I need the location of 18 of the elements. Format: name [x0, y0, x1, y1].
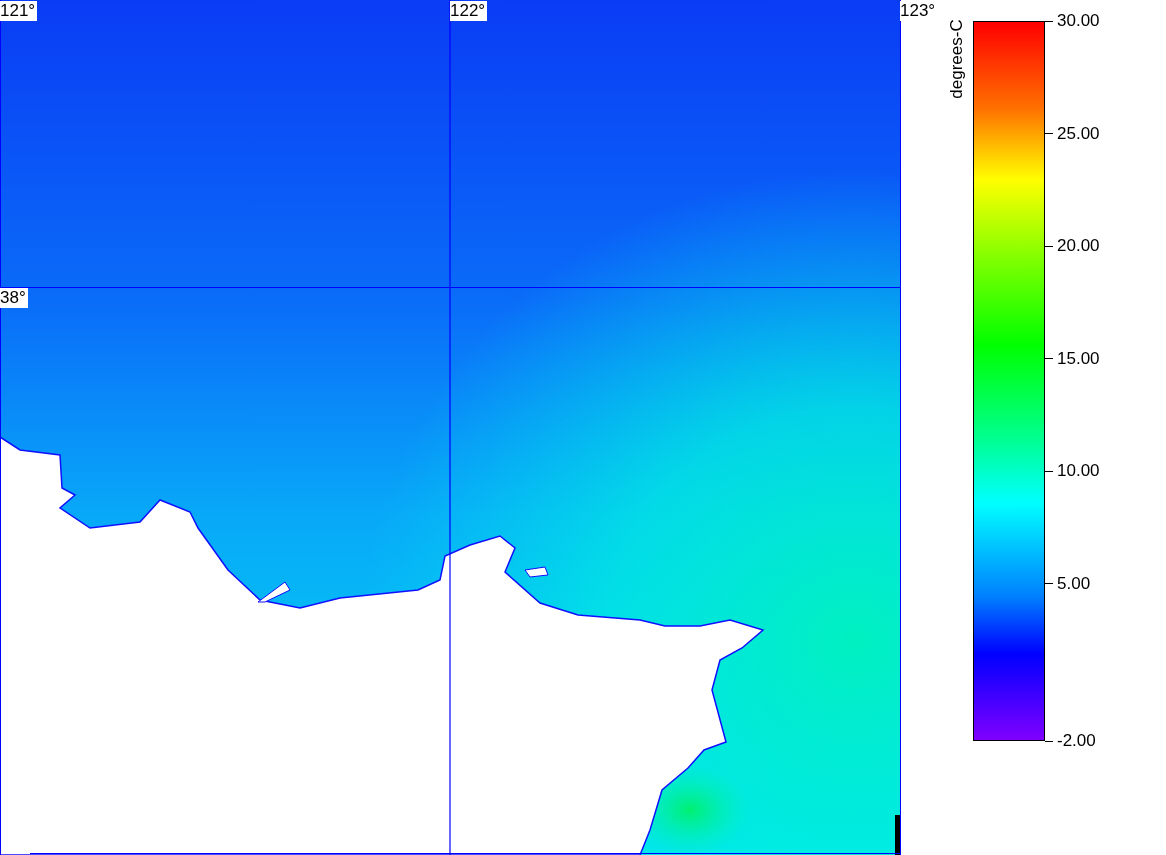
tick-label: 15.00: [1057, 348, 1100, 369]
tick-label: -2.00: [1057, 731, 1096, 751]
tick-mark: [1045, 358, 1053, 359]
tick-mark: [1045, 583, 1053, 584]
longitude-label: 122°: [450, 1, 488, 21]
tick-mark: [1045, 20, 1053, 22]
tick-label: 25.00: [1057, 123, 1100, 144]
tick-mark: [1045, 470, 1053, 472]
tick-mark: [1045, 133, 1053, 134]
longitude-label: 121°: [0, 1, 38, 21]
tick-mark: [1045, 245, 1053, 247]
tick-label: 30.00: [1057, 11, 1100, 31]
tick-mark: [1045, 740, 1053, 742]
tick-label: 10.00: [1057, 461, 1100, 481]
colorbar-title: degrees-C: [947, 19, 967, 99]
latitude-label: 38°: [0, 288, 28, 308]
tick-label: 20.00: [1057, 236, 1100, 256]
tick-label: 5.00: [1057, 573, 1091, 594]
